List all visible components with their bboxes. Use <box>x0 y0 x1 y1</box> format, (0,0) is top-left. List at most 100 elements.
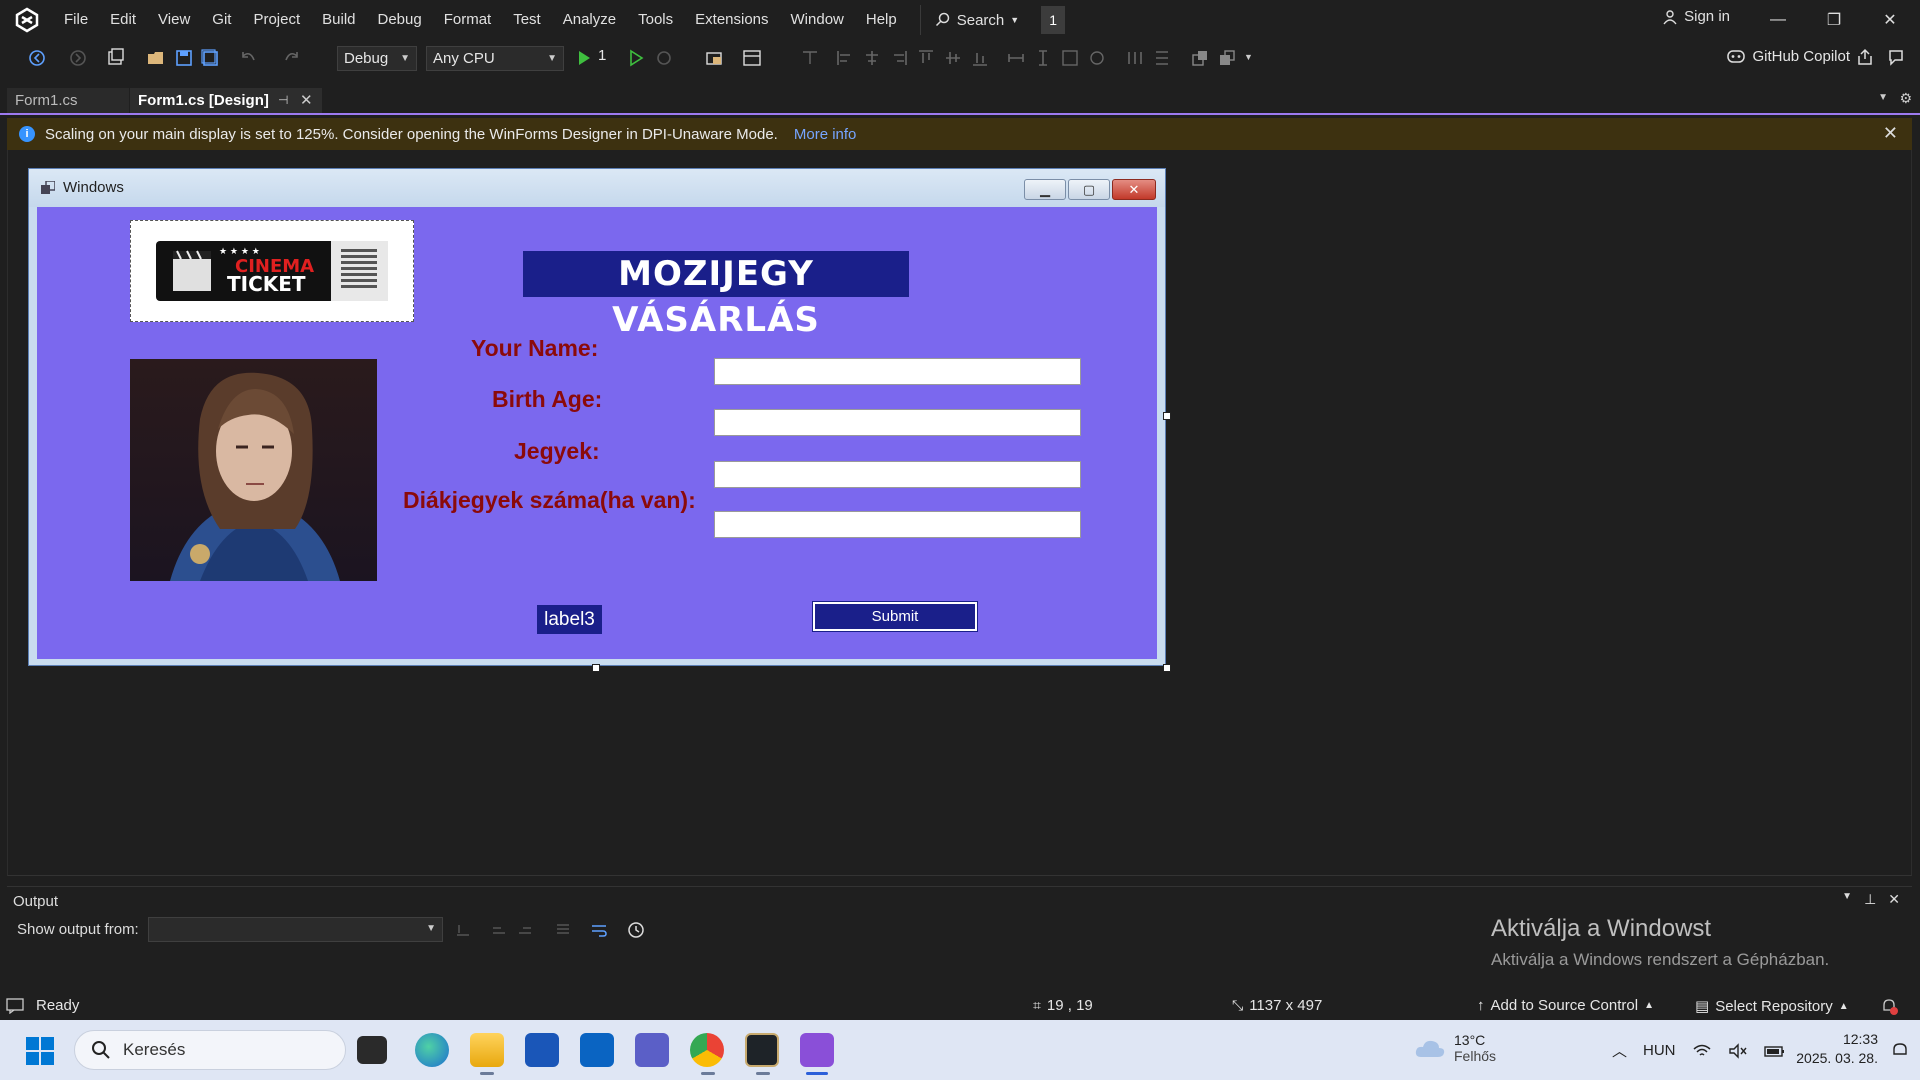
birth-age-input[interactable] <box>714 409 1081 436</box>
resize-handle-bottom[interactable] <box>592 664 600 672</box>
align-bottoms-icon[interactable] <box>970 48 990 68</box>
menu-edit[interactable]: Edit <box>99 0 147 40</box>
output-source-dropdown[interactable]: ▼ <box>148 917 443 942</box>
ticket-picturebox[interactable]: ★ ★ ★ ★ CINEMA TICKET <box>130 220 414 322</box>
menu-debug[interactable]: Debug <box>367 0 433 40</box>
store-icon[interactable] <box>525 1033 559 1067</box>
feedback-icon[interactable] <box>1887 48 1905 66</box>
jegyek-input[interactable] <box>714 461 1081 488</box>
visual-studio-icon[interactable] <box>800 1033 834 1067</box>
resize-handle-corner[interactable] <box>1163 664 1171 672</box>
align-lefts-icon[interactable] <box>835 48 855 68</box>
visual-studio-logo-icon[interactable] <box>13 6 41 34</box>
menu-extensions[interactable]: Extensions <box>684 0 779 40</box>
save-icon[interactable] <box>174 48 194 68</box>
wifi-icon[interactable] <box>1692 1043 1712 1059</box>
word-wrap-icon[interactable] <box>590 921 608 939</box>
clock[interactable]: 12:33 2025. 03. 28. <box>1796 1030 1878 1068</box>
language-indicator[interactable]: HUN <box>1643 1042 1676 1059</box>
your-name-input[interactable] <box>714 358 1081 385</box>
configuration-dropdown[interactable]: Debug ▼ <box>337 46 417 71</box>
timestamp-icon[interactable] <box>627 921 645 939</box>
menu-file[interactable]: File <box>53 0 99 40</box>
close-icon[interactable]: ✕ <box>1883 123 1898 144</box>
file-explorer-icon[interactable] <box>470 1033 504 1067</box>
menu-help[interactable]: Help <box>855 0 908 40</box>
menu-test[interactable]: Test <box>502 0 552 40</box>
bring-to-front-icon[interactable] <box>1190 48 1210 68</box>
tab-form1-design[interactable]: Form1.cs [Design] ⊣ ✕ <box>130 88 322 113</box>
menu-project[interactable]: Project <box>242 0 311 40</box>
portrait-picturebox[interactable] <box>130 359 377 581</box>
toolbar-overflow-icon[interactable]: ▼ <box>1244 52 1253 62</box>
navigate-back-icon[interactable] <box>27 48 47 68</box>
menu-build[interactable]: Build <box>311 0 366 40</box>
align-middles-icon[interactable] <box>943 48 963 68</box>
save-all-icon[interactable] <box>200 48 220 68</box>
hot-reload-icon[interactable] <box>654 48 674 68</box>
align-tops-icon[interactable] <box>916 48 936 68</box>
resize-handle-right[interactable] <box>1163 412 1171 420</box>
start-without-debugging-icon[interactable] <box>626 48 646 68</box>
more-info-link[interactable]: More info <box>794 126 857 143</box>
share-icon[interactable] <box>1856 48 1874 66</box>
size-to-grid-icon[interactable] <box>1087 48 1107 68</box>
submit-button[interactable]: Submit <box>812 601 978 632</box>
layout-icon[interactable] <box>742 48 762 68</box>
pin-icon[interactable]: ⊣ <box>278 88 288 113</box>
menu-view[interactable]: View <box>147 0 201 40</box>
align-to-grid-icon[interactable] <box>800 48 820 68</box>
chrome-icon[interactable] <box>690 1033 724 1067</box>
clear-all-icon[interactable] <box>554 921 572 939</box>
next-message-icon[interactable] <box>516 921 534 939</box>
tab-form1-cs[interactable]: Form1.cs <box>7 88 129 113</box>
send-to-back-icon[interactable] <box>1217 48 1237 68</box>
add-to-source-control-button[interactable]: ↑ Add to Source Control ▲ <box>1477 997 1654 1014</box>
menu-format[interactable]: Format <box>433 0 503 40</box>
gear-icon[interactable]: ⚙ <box>1899 90 1912 107</box>
league-of-legends-icon[interactable] <box>745 1033 779 1067</box>
search-button[interactable]: Search ▼ <box>919 5 1027 35</box>
navigate-forward-icon[interactable] <box>68 48 88 68</box>
github-copilot-button[interactable]: GitHub Copilot <box>1726 47 1850 65</box>
platform-dropdown[interactable]: Any CPU ▼ <box>426 46 564 71</box>
menu-tools[interactable]: Tools <box>627 0 684 40</box>
taskbar-search-box[interactable]: Keresés <box>74 1030 346 1070</box>
select-repository-button[interactable]: ▤ Select Repository ▲ <box>1695 997 1849 1016</box>
student-tickets-input[interactable] <box>714 511 1081 538</box>
pin-icon[interactable]: ⊥ <box>1864 891 1876 908</box>
align-rights-icon[interactable] <box>889 48 909 68</box>
new-project-icon[interactable] <box>106 48 126 68</box>
start-button[interactable] <box>26 1037 54 1065</box>
horizontal-spacing-icon[interactable] <box>1125 48 1145 68</box>
tab-overflow-icon[interactable]: ▼ <box>1878 92 1888 103</box>
redo-icon[interactable] <box>282 48 302 68</box>
close-icon[interactable]: ✕ <box>1888 891 1900 908</box>
find-message-icon[interactable] <box>454 921 472 939</box>
vertical-spacing-icon[interactable] <box>1152 48 1172 68</box>
make-same-height-icon[interactable] <box>1033 48 1053 68</box>
menu-git[interactable]: Git <box>201 0 242 40</box>
task-view-icon[interactable] <box>357 1036 387 1064</box>
form-window[interactable]: Windows ▁ ▢ ✕ ★ ★ ★ ★ CINEMA TICKET MOZI… <box>28 168 1166 666</box>
battery-icon[interactable] <box>1763 1043 1786 1059</box>
startup-count[interactable]: 1 <box>598 47 606 64</box>
teams-icon[interactable] <box>635 1033 669 1067</box>
notification-bell-icon[interactable] <box>1890 1040 1910 1060</box>
menu-analyze[interactable]: Analyze <box>552 0 627 40</box>
minimize-button[interactable]: — <box>1750 0 1806 40</box>
notifications-button[interactable] <box>1880 997 1898 1015</box>
solution-badge[interactable]: 1 <box>1041 6 1066 34</box>
sign-in-button[interactable]: Sign in <box>1662 8 1730 25</box>
chevron-down-icon[interactable]: ▼ <box>1842 891 1852 908</box>
previous-message-icon[interactable] <box>490 921 508 939</box>
make-same-width-icon[interactable] <box>1006 48 1026 68</box>
outlook-icon[interactable] <box>580 1033 614 1067</box>
open-folder-icon[interactable] <box>146 48 166 68</box>
restore-button[interactable]: ❐ <box>1806 0 1862 40</box>
chevron-up-icon[interactable]: ︿ <box>1612 1040 1627 1061</box>
start-debugging-icon[interactable] <box>574 48 594 68</box>
close-tab-icon[interactable]: ✕ <box>300 88 313 113</box>
close-button[interactable]: ✕ <box>1862 0 1918 40</box>
align-centers-icon[interactable] <box>862 48 882 68</box>
